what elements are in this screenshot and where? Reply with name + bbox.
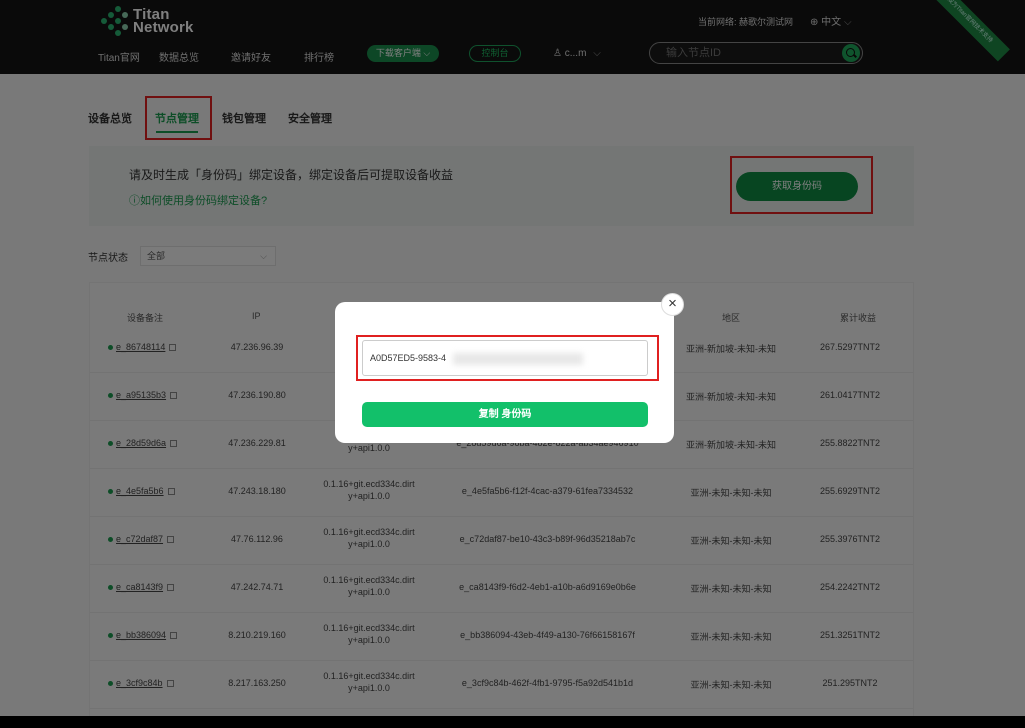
copy-identity-code-button[interactable]: 复制 身份码 xyxy=(362,402,648,427)
close-icon[interactable]: × xyxy=(661,293,684,316)
highlight-box-code xyxy=(356,335,659,381)
bottom-bar xyxy=(0,716,1025,728)
